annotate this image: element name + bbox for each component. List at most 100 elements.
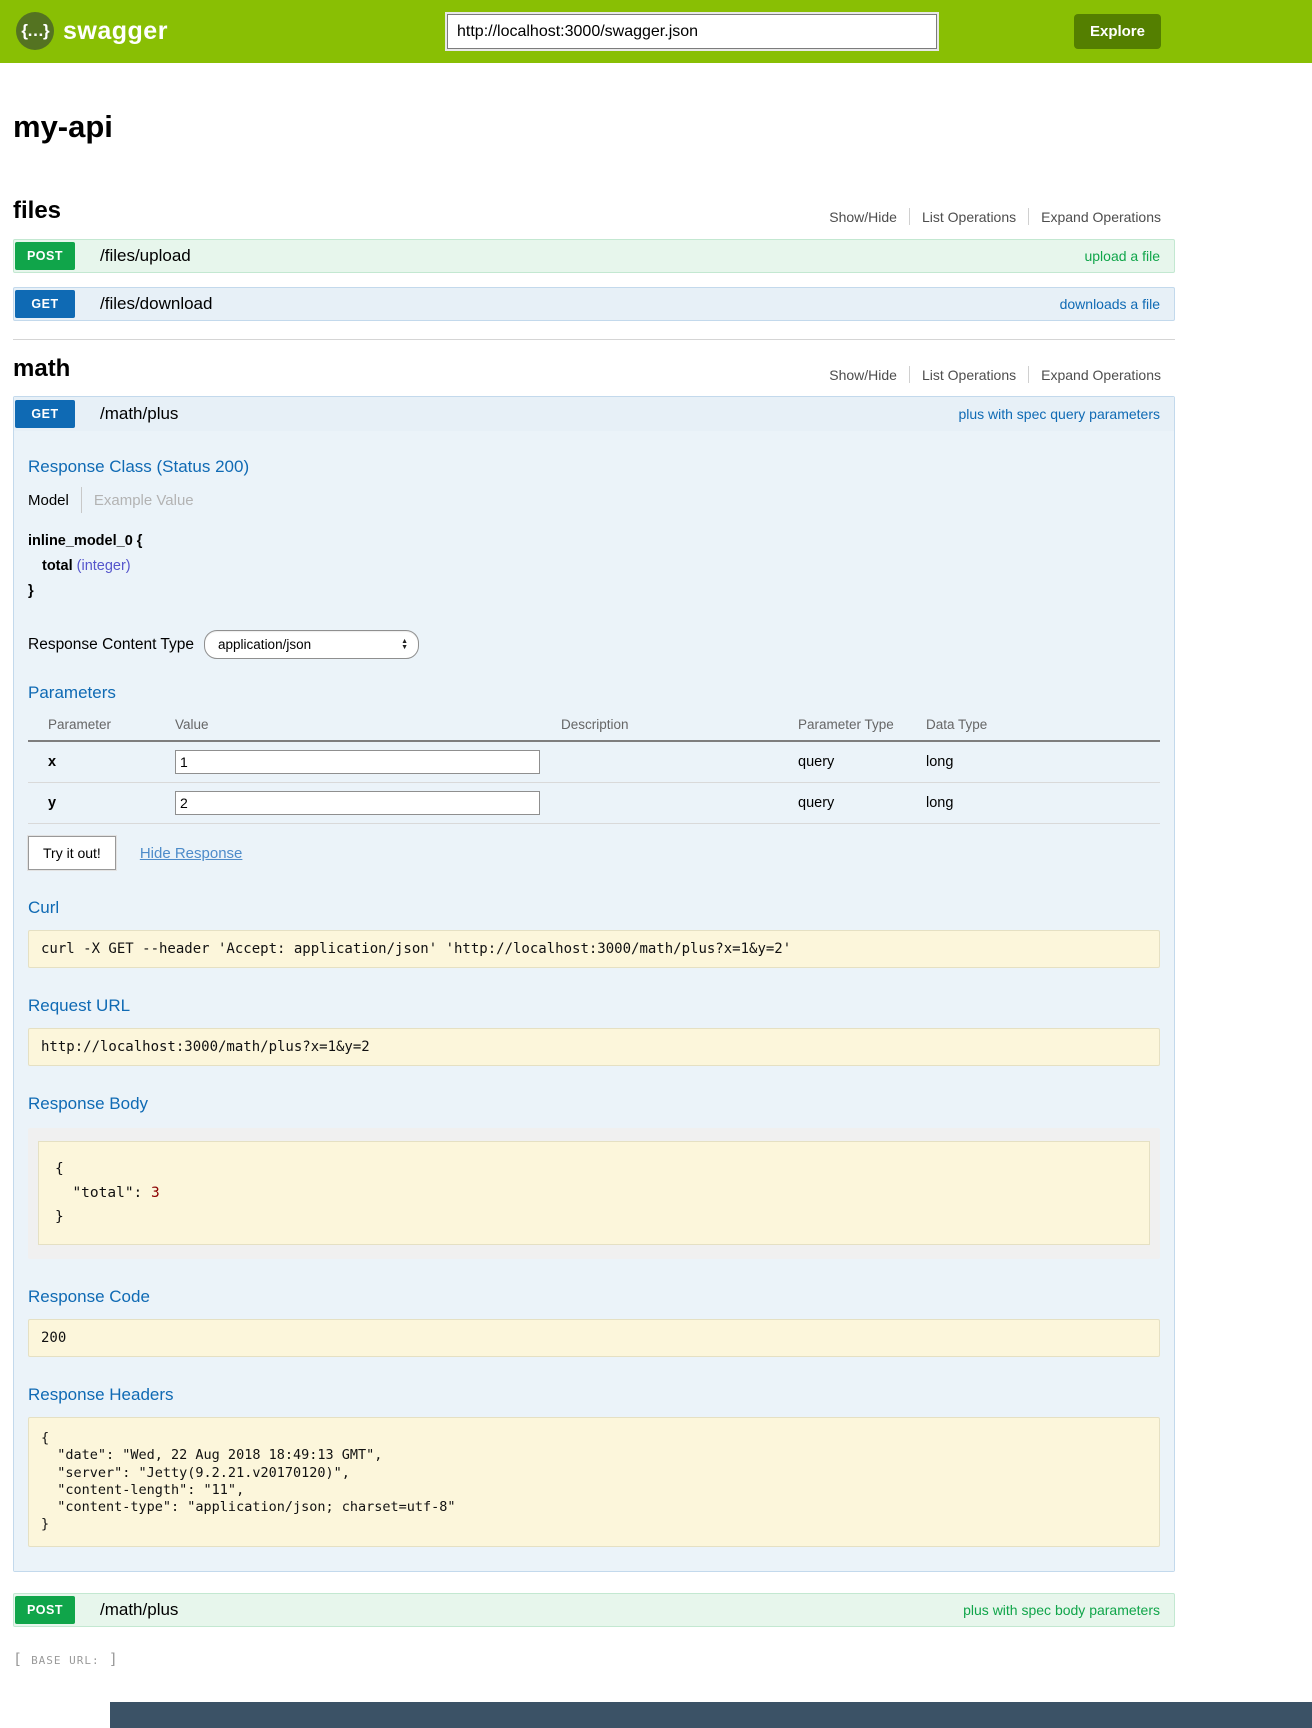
response-headers-json: { "date": "Wed, 22 Aug 2018 18:49:13 GMT…	[28, 1417, 1160, 1547]
operation-summary-link[interactable]: plus with spec query parameters	[958, 406, 1160, 422]
bottom-bar	[110, 1702, 1312, 1728]
response-content-type-select[interactable]: application/json ▲▼	[204, 630, 419, 659]
col-data-type: Data Type	[906, 717, 1160, 732]
model-tabs: Model Example Value	[28, 487, 1160, 513]
parameter-data-type: long	[906, 754, 1160, 770]
swagger-logo[interactable]: {…} swagger	[16, 12, 168, 50]
response-code-heading: Response Code	[28, 1287, 1160, 1307]
response-content-type-row: Response Content Type application/json ▲…	[28, 630, 1160, 659]
operation-summary-link[interactable]: plus with spec body parameters	[963, 1602, 1160, 1618]
parameter-row-x: x query long	[28, 742, 1160, 783]
show-hide-link[interactable]: Show/Hide	[829, 367, 897, 383]
json-close-brace: }	[55, 1205, 1133, 1229]
math-resource-controls: Show/Hide List Operations Expand Operati…	[829, 366, 1161, 383]
files-resource-header: files Show/Hide List Operations Expand O…	[13, 197, 1175, 225]
parameter-row-y: y query long	[28, 783, 1160, 824]
parameter-name: x	[28, 754, 155, 770]
json-open-brace: {	[55, 1157, 1133, 1181]
operation-block-get-math-plus: GET /math/plus plus with spec query para…	[13, 396, 1175, 1572]
parameter-value-input-y[interactable]	[175, 791, 540, 815]
select-arrows-icon: ▲▼	[401, 639, 408, 650]
response-body-heading: Response Body	[28, 1094, 1160, 1114]
model-property: total (integer)	[28, 554, 1160, 579]
show-hide-link[interactable]: Show/Hide	[829, 209, 897, 225]
operation-path[interactable]: /math/plus	[100, 404, 178, 424]
model-property-name: total	[42, 558, 73, 574]
base-url-footer: [ BASE URL: ]	[13, 1650, 1175, 1668]
parameter-type: query	[778, 795, 906, 811]
response-content-type-label: Response Content Type	[28, 636, 194, 654]
resource-divider	[13, 339, 1175, 340]
try-it-out-button[interactable]: Try it out!	[28, 836, 116, 870]
parameter-data-type: long	[906, 795, 1160, 811]
try-it-out-row: Try it out! Hide Response	[28, 836, 1160, 870]
col-parameter-type: Parameter Type	[778, 717, 906, 732]
divider	[81, 487, 82, 513]
response-body-container: { "total": 3 }	[28, 1128, 1160, 1259]
tab-example-value[interactable]: Example Value	[94, 492, 194, 509]
col-description: Description	[541, 717, 778, 732]
operation-path[interactable]: /files/download	[100, 294, 212, 314]
response-code-value: 200	[28, 1319, 1160, 1357]
selected-content-type: application/json	[218, 637, 311, 652]
footer-open-bracket: [	[13, 1650, 22, 1668]
api-title: my-api	[13, 109, 1175, 145]
divider	[1028, 208, 1029, 225]
parameters-heading: Parameters	[28, 683, 1160, 703]
model-signature: inline_model_0 { total (integer) }	[28, 529, 1160, 604]
parameter-value-input-x[interactable]	[175, 750, 540, 774]
curl-command: curl -X GET --header 'Accept: applicatio…	[28, 930, 1160, 968]
response-headers-heading: Response Headers	[28, 1385, 1160, 1405]
list-operations-link[interactable]: List Operations	[922, 367, 1016, 383]
method-badge-get: GET	[15, 290, 75, 318]
operation-row-get-math-plus[interactable]: GET /math/plus plus with spec query para…	[14, 397, 1174, 431]
method-badge-post: POST	[15, 242, 75, 270]
method-badge-post: POST	[15, 1596, 75, 1624]
resource-math: math Show/Hide List Operations Expand Op…	[13, 355, 1175, 1627]
header-bar: {…} swagger Explore	[0, 0, 1312, 63]
footer-close-bracket: ]	[109, 1650, 118, 1668]
math-resource-header: math Show/Hide List Operations Expand Op…	[13, 355, 1175, 383]
model-close-brace: }	[28, 579, 1160, 604]
parameters-table-header: Parameter Value Description Parameter Ty…	[28, 713, 1160, 742]
tab-model[interactable]: Model	[28, 492, 69, 509]
operation-row-post-files-upload[interactable]: POST /files/upload upload a file	[13, 239, 1175, 273]
operation-summary-link[interactable]: downloads a file	[1060, 296, 1160, 312]
main-content: my-api files Show/Hide List Operations E…	[13, 109, 1175, 1668]
parameter-name: y	[28, 795, 155, 811]
swagger-logo-icon: {…}	[16, 12, 54, 50]
operation-summary-link[interactable]: upload a file	[1084, 248, 1160, 264]
model-name: inline_model_0 {	[28, 529, 1160, 554]
response-class-heading: Response Class (Status 200)	[28, 457, 1160, 477]
explore-button[interactable]: Explore	[1074, 14, 1161, 49]
col-parameter: Parameter	[28, 717, 155, 732]
resource-files: files Show/Hide List Operations Expand O…	[13, 197, 1175, 321]
divider	[1028, 366, 1029, 383]
operation-path[interactable]: /files/upload	[100, 246, 191, 266]
divider	[909, 208, 910, 225]
spec-url-input[interactable]	[447, 14, 937, 49]
col-value: Value	[155, 717, 541, 732]
json-value: 3	[151, 1185, 160, 1201]
files-resource-title: files	[13, 197, 61, 225]
divider	[909, 366, 910, 383]
operation-path[interactable]: /math/plus	[100, 1600, 178, 1620]
expand-operations-link[interactable]: Expand Operations	[1041, 367, 1161, 383]
operation-row-post-math-plus[interactable]: POST /math/plus plus with spec body para…	[13, 1593, 1175, 1627]
method-badge-get: GET	[15, 400, 75, 428]
curl-heading: Curl	[28, 898, 1160, 918]
request-url-heading: Request URL	[28, 996, 1160, 1016]
parameter-type: query	[778, 754, 906, 770]
request-url-value: http://localhost:3000/math/plus?x=1&y=2	[28, 1028, 1160, 1066]
operation-row-get-files-download[interactable]: GET /files/download downloads a file	[13, 287, 1175, 321]
json-key: "total":	[72, 1185, 142, 1201]
parameters-table: Parameter Value Description Parameter Ty…	[28, 713, 1160, 824]
response-body-json: { "total": 3 }	[38, 1141, 1150, 1245]
json-property-line: "total": 3	[55, 1181, 1133, 1205]
brand-name: swagger	[63, 17, 168, 46]
expand-operations-link[interactable]: Expand Operations	[1041, 209, 1161, 225]
model-property-type: (integer)	[77, 558, 131, 574]
hide-response-link[interactable]: Hide Response	[140, 845, 243, 862]
list-operations-link[interactable]: List Operations	[922, 209, 1016, 225]
files-resource-controls: Show/Hide List Operations Expand Operati…	[829, 208, 1161, 225]
